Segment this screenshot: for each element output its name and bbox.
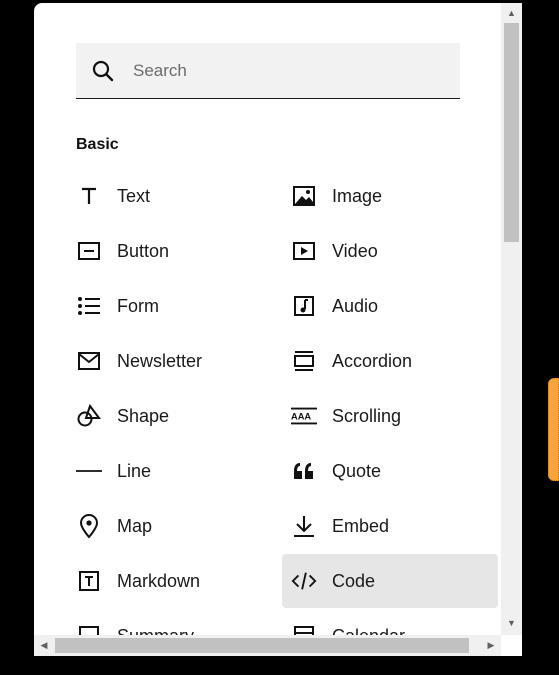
search-input[interactable]	[131, 59, 435, 82]
scroll-down-arrow-icon[interactable]: ▼	[501, 615, 522, 631]
block-item-label: Line	[117, 460, 152, 481]
block-item-markdown[interactable]: Markdown	[76, 554, 276, 608]
block-item-newsletter[interactable]: Newsletter	[76, 334, 276, 388]
block-item-label: Quote	[332, 460, 382, 481]
block-item-label: Image	[332, 185, 383, 206]
image-icon	[291, 183, 317, 209]
audio-icon	[291, 293, 317, 319]
block-item-label: Form	[117, 295, 159, 316]
block-item-button[interactable]: Button	[76, 224, 276, 278]
block-item-label: Code	[332, 570, 376, 591]
button-icon	[76, 238, 102, 264]
block-item-label: Embed	[332, 515, 390, 536]
block-item-embed[interactable]: Embed	[282, 499, 498, 553]
block-item-accordion[interactable]: Accordion	[282, 334, 498, 388]
block-item-label: Video	[332, 240, 378, 261]
block-item-form[interactable]: Form	[76, 279, 276, 333]
block-item-shape[interactable]: Shape	[76, 389, 276, 443]
block-item-code[interactable]: Code	[282, 554, 498, 608]
text-icon	[76, 183, 102, 209]
block-item-label: Shape	[117, 405, 170, 426]
embed-download-icon	[291, 513, 317, 539]
form-list-icon	[76, 293, 102, 319]
shape-icon	[76, 403, 102, 429]
block-item-label: Map	[117, 515, 153, 536]
block-item-label: Markdown	[117, 570, 201, 591]
block-picker-panel: Basic Text Image Button Video Form	[34, 3, 522, 656]
block-item-label: Accordion	[332, 350, 413, 371]
block-item-line[interactable]: Line	[76, 444, 276, 498]
video-icon	[291, 238, 317, 264]
section-title-basic: Basic	[76, 136, 119, 153]
scroll-left-arrow-icon[interactable]: ◀	[36, 635, 52, 656]
block-item-map[interactable]: Map	[76, 499, 276, 553]
scroll-up-arrow-icon[interactable]: ▲	[501, 5, 522, 21]
block-item-label: Scrolling	[332, 405, 402, 426]
block-item-label: Button	[117, 240, 170, 261]
markdown-icon	[76, 568, 102, 594]
block-item-label: Text	[117, 185, 151, 206]
scrolling-text-icon: AAA	[291, 403, 317, 429]
side-drag-handle[interactable]	[548, 378, 559, 481]
map-pin-icon	[76, 513, 102, 539]
block-item-scrolling[interactable]: AAA Scrolling	[282, 389, 498, 443]
code-icon	[291, 568, 317, 594]
block-item-video[interactable]: Video	[282, 224, 498, 278]
quote-icon	[291, 458, 317, 484]
scroll-right-arrow-icon[interactable]: ▶	[483, 635, 499, 656]
search-box[interactable]	[76, 43, 460, 99]
line-icon	[76, 458, 102, 484]
envelope-icon	[76, 348, 102, 374]
svg-text:AAA: AAA	[291, 412, 311, 422]
block-item-quote[interactable]: Quote	[282, 444, 498, 498]
vertical-scrollbar-thumb[interactable]	[504, 23, 519, 242]
vertical-scrollbar[interactable]: ▲ ▼	[501, 3, 522, 635]
search-icon	[92, 60, 114, 81]
block-item-label: Audio	[332, 295, 379, 316]
block-item-image[interactable]: Image	[282, 169, 498, 223]
horizontal-scrollbar-thumb[interactable]	[55, 638, 469, 653]
block-item-text[interactable]: Text	[76, 169, 276, 223]
horizontal-scrollbar[interactable]: ◀ ▶	[34, 635, 501, 656]
accordion-icon	[291, 348, 317, 374]
block-item-audio[interactable]: Audio	[282, 279, 498, 333]
scrollbar-corner	[501, 635, 522, 656]
block-item-label: Newsletter	[117, 350, 203, 371]
